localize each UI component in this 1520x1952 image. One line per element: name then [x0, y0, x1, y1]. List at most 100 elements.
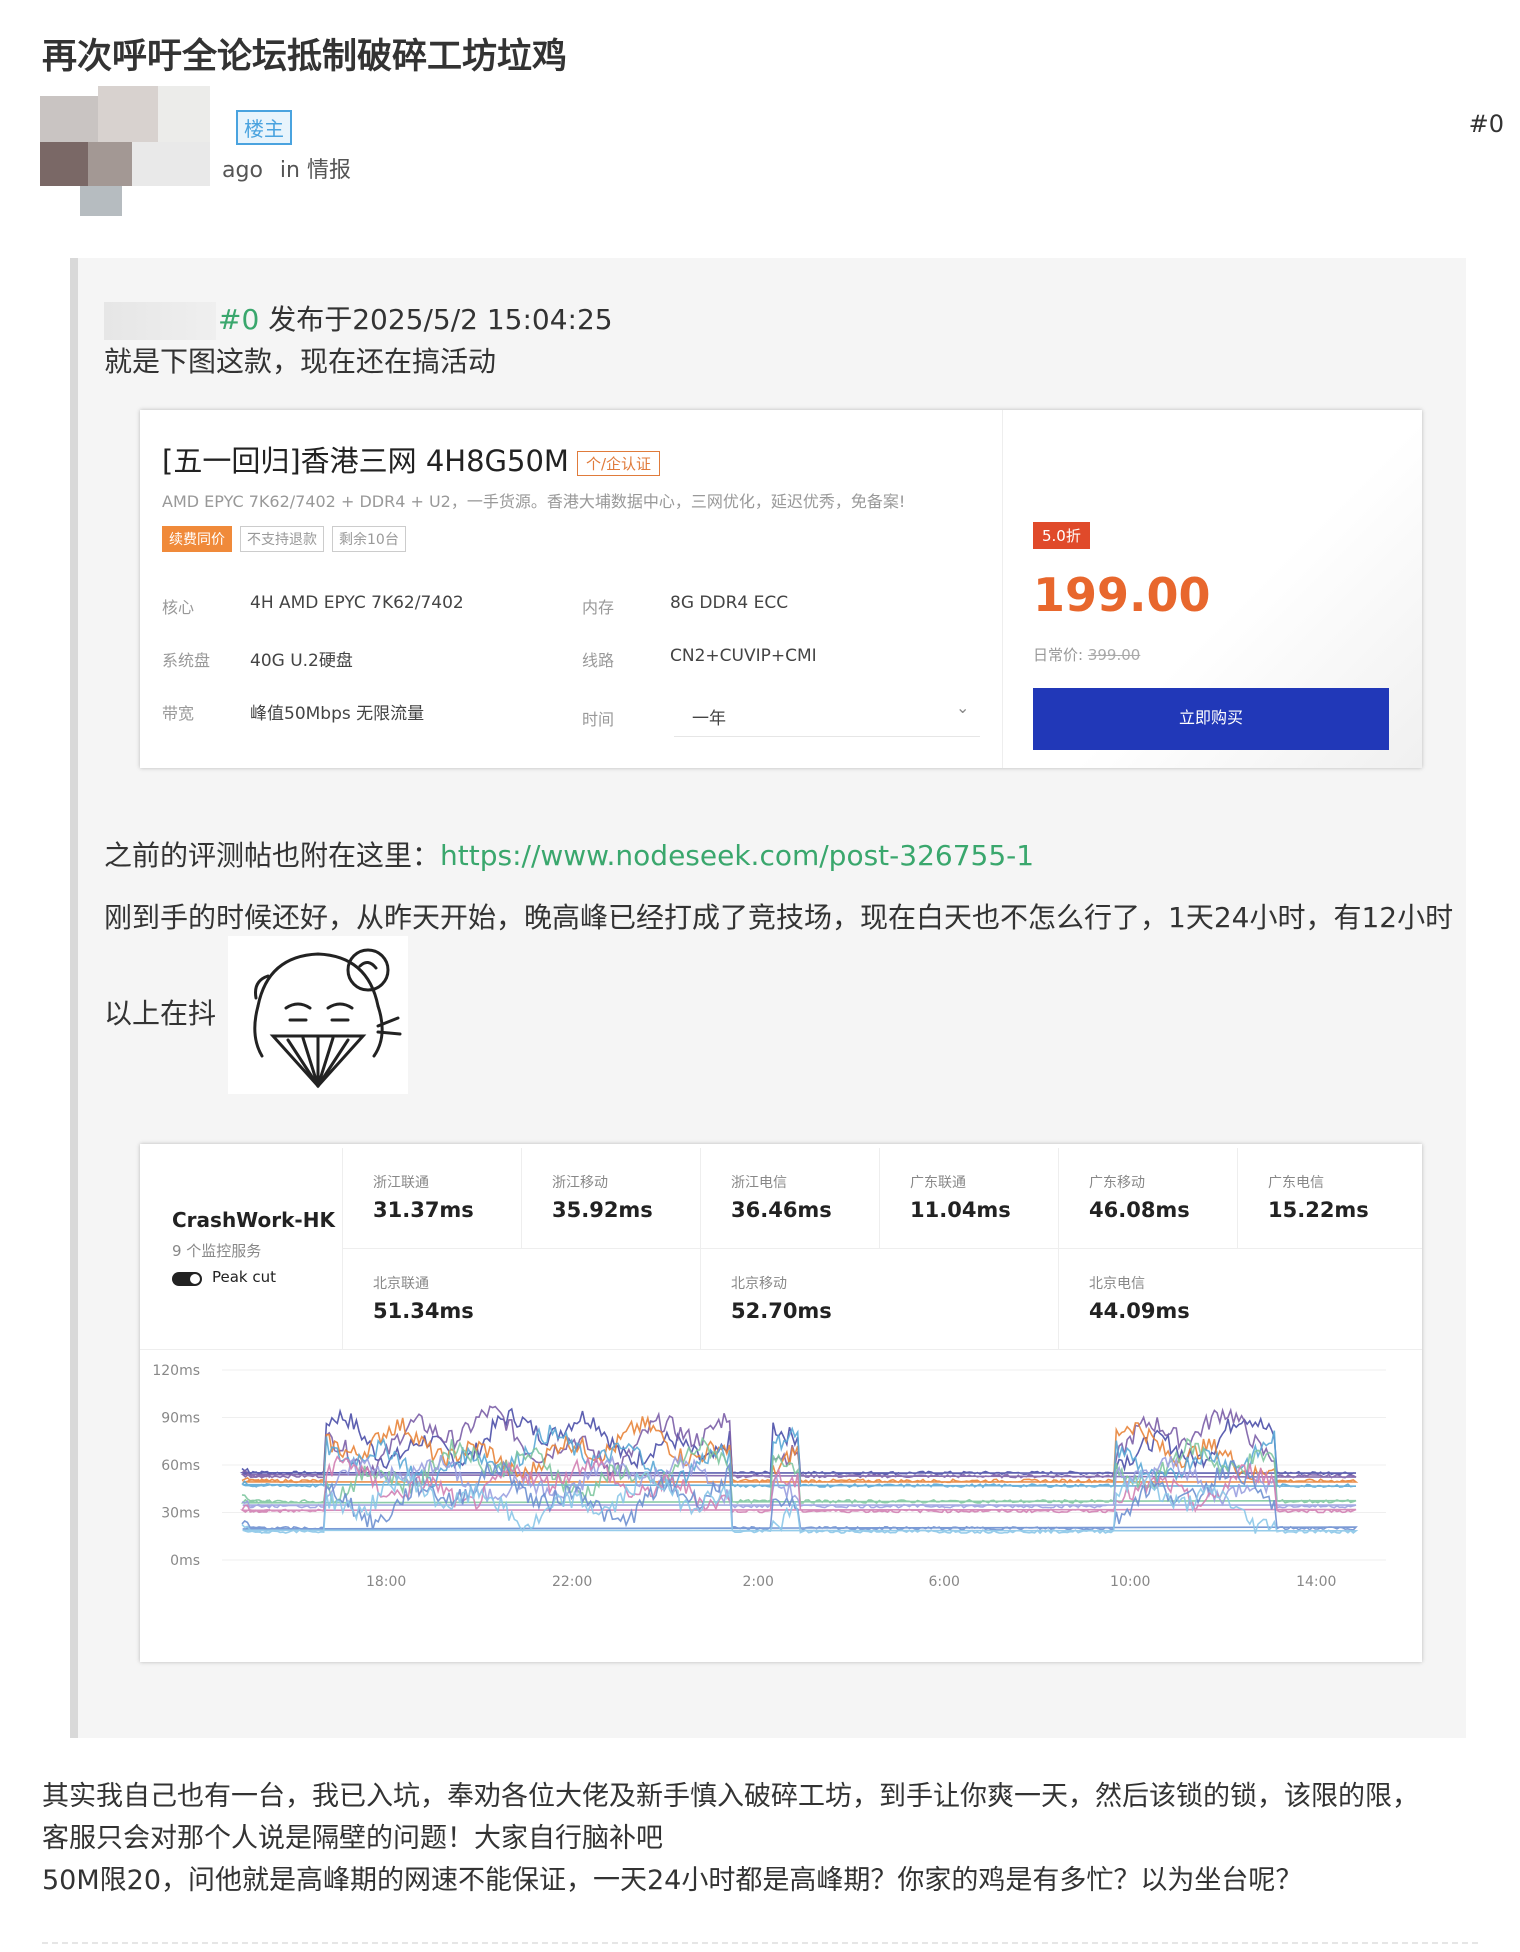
peak-cut-label: Peak cut: [212, 1268, 277, 1286]
latency-cell-zj-mobile[interactable]: 浙江移动 35.92ms: [521, 1148, 700, 1249]
y-tick-label: 30ms: [161, 1506, 200, 1522]
spec-mem-value: 8G DDR4 ECC: [670, 593, 789, 613]
avatar[interactable]: [40, 86, 210, 216]
time-ago: ago: [222, 158, 263, 183]
buy-now-button[interactable]: 立即购买: [1033, 688, 1389, 750]
cell-name: 浙江移动: [552, 1175, 608, 1191]
quoted-username[interactable]: [104, 302, 216, 340]
cell-name: 北京联通: [373, 1276, 429, 1292]
latency-chart[interactable]: 120ms 90ms 60ms 30ms 0ms 18:00 22:00 2:00 6:00 10…: [140, 1350, 1422, 1662]
orig-label: 日常价:: [1033, 646, 1084, 664]
latency-cell-zj-telecom[interactable]: 浙江电信 36.46ms: [700, 1148, 879, 1249]
cell-value: 15.22ms: [1268, 1198, 1369, 1222]
spec-bw-value: 峰值50Mbps 无限流量: [250, 704, 425, 724]
latency-monitor-card: CrashWork-HK 9 个监控服务 Peak cut 浙江联通 31.37m…: [140, 1144, 1422, 1662]
quote-floor-link[interactable]: #0: [218, 303, 259, 336]
cell-value: 44.09ms: [1089, 1299, 1190, 1323]
latency-cell-bj-unicom[interactable]: 北京联通 51.34ms: [342, 1249, 700, 1350]
cell-name: 浙江电信: [731, 1175, 787, 1191]
product-card: [五一回归]香港三网 4H8G50M 个/企认证 AMD EPYC 7K62/74…: [140, 410, 1422, 768]
x-tick-label: 10:00: [1110, 1574, 1150, 1590]
cert-badge: 个/企认证: [576, 450, 661, 476]
tag-renew-same-price: 续费同价: [162, 526, 232, 552]
time-select-underline: [674, 736, 980, 737]
original-price: 日常价: 399.00: [1033, 644, 1140, 665]
y-tick-label: 90ms: [161, 1411, 200, 1427]
x-tick-label: 6:00: [928, 1574, 959, 1590]
post-title: 再次呼吁全论坛抵制破碎工坊垃鸡: [42, 37, 568, 77]
op-badge: 楼主: [236, 110, 292, 145]
quote-review-line: 之前的评测帖也附在这里：https://www.nodeseek.com/pos…: [104, 834, 1034, 874]
in-label: in: [279, 158, 300, 183]
author-badges: 楼主: [236, 110, 292, 145]
x-tick-label: 2:00: [742, 1574, 773, 1590]
y-tick-label: 120ms: [152, 1363, 200, 1379]
x-tick-label: 18:00: [366, 1574, 406, 1590]
cell-value: 51.34ms: [373, 1299, 474, 1323]
peak-cut-toggle[interactable]: [172, 1272, 202, 1286]
price: 199.00: [1033, 568, 1211, 622]
price-panel: 5.0折 199.00 日常价: 399.00 立即购买: [1002, 410, 1422, 768]
latency-cell-gd-unicom[interactable]: 广东联通 11.04ms: [879, 1148, 1058, 1249]
cell-name: 北京移动: [731, 1276, 787, 1292]
cell-value: 11.04ms: [910, 1198, 1011, 1222]
cell-name: 浙江联通: [373, 1175, 429, 1191]
body-line-3: 50M限20，问他就是高峰期的网速不能保证，一天24小时都是高峰期？你家的鸡是有…: [42, 1865, 1303, 1896]
spec-bw-label: 带宽: [162, 704, 195, 723]
x-tick-label: 22:00: [552, 1574, 592, 1590]
y-tick-label: 0ms: [170, 1553, 200, 1569]
cell-name: 广东联通: [910, 1175, 966, 1191]
spec-line-label: 线路: [582, 651, 615, 670]
quote-posted-at: 发布于2025/5/2 15:04:25: [268, 303, 613, 336]
cell-value: 31.37ms: [373, 1198, 474, 1222]
cell-name: 广东移动: [1089, 1175, 1145, 1191]
quote-line-3: 刚到手的时候还好，从昨天开始，晚高峰已经打成了竞技场，现在白天也不怎么行了，1天…: [104, 901, 1454, 934]
latency-cell-gd-telecom[interactable]: 广东电信 15.22ms: [1237, 1148, 1422, 1249]
spec-mem-label: 内存: [582, 598, 615, 617]
anime-girl-fan-sticker: [228, 936, 408, 1094]
body-line-1: 其实我自己也有一台，我已入坑，奉劝各位大佬及新手慎入破碎工坊，到手让你爽一天，然…: [42, 1781, 1419, 1812]
quote-header: #0 发布于2025/5/2 15:04:25: [104, 298, 613, 340]
chevron-down-icon[interactable]: ⌄: [956, 698, 969, 717]
cell-value: 46.08ms: [1089, 1198, 1190, 1222]
product-description: AMD EPYC 7K62/7402 + DDR4 + U2，一手货源。香港大埔…: [162, 492, 906, 511]
quote-line-4: 以上在抖: [104, 997, 217, 1030]
divider: [42, 1942, 1478, 1944]
post-meta: ago in 情报: [222, 152, 351, 184]
spec-disk-value: 40G U.2硬盘: [250, 651, 353, 671]
latency-cell-gd-mobile[interactable]: 广东移动 46.08ms: [1058, 1148, 1237, 1249]
floor-number[interactable]: #0: [1469, 110, 1504, 138]
cell-name: 北京电信: [1089, 1276, 1145, 1292]
review-prefix: 之前的评测帖也附在这里：: [104, 839, 441, 872]
x-tick-label: 14:00: [1296, 1574, 1336, 1590]
time-select-value[interactable]: 一年: [692, 704, 726, 729]
spec-core-label: 核心: [162, 598, 195, 617]
latency-cell-bj-mobile[interactable]: 北京移动 52.70ms: [700, 1249, 1058, 1350]
orig-price-value: 399.00: [1087, 646, 1141, 664]
category-link[interactable]: 情报: [307, 158, 351, 183]
y-tick-label: 60ms: [161, 1458, 200, 1474]
product-title-text: [五一回归]香港三网 4H8G50M: [162, 444, 569, 478]
spec-line-value: CN2+CUVIP+CMI: [670, 646, 817, 666]
cell-value: 52.70ms: [731, 1299, 832, 1323]
quote-line-1: 就是下图这款，现在还在搞活动: [104, 345, 497, 378]
discount-badge: 5.0折: [1033, 522, 1090, 549]
server-name: CrashWork-HK: [172, 1208, 335, 1232]
spec-disk-label: 系统盘: [162, 651, 211, 670]
tag-no-refund: 不支持退款: [240, 526, 324, 552]
cell-value: 35.92ms: [552, 1198, 653, 1222]
spec-core-value: 4H AMD EPYC 7K62/7402: [250, 593, 464, 613]
monitor-header: CrashWork-HK 9 个监控服务 Peak cut 浙江联通 31.37m…: [140, 1144, 1422, 1350]
latency-cell-bj-telecom[interactable]: 北京电信 44.09ms: [1058, 1249, 1422, 1350]
tag-stock-left: 剩余10台: [332, 526, 406, 552]
quote-block: #0 发布于2025/5/2 15:04:25 就是下图这款，现在还在搞活动 […: [70, 258, 1466, 1738]
product-title: [五一回归]香港三网 4H8G50M 个/企认证: [162, 438, 661, 480]
latency-cell-zj-unicom[interactable]: 浙江联通 31.37ms: [342, 1148, 521, 1249]
service-count: 9 个监控服务: [172, 1242, 262, 1260]
product-tags: 续费同价 不支持退款 剩余10台: [162, 526, 414, 552]
review-link[interactable]: https://www.nodeseek.com/post-326755-1: [440, 839, 1034, 872]
cell-value: 36.46ms: [731, 1198, 832, 1222]
body-line-2: 客服只会对那个人说是隔壁的问题！大家自行脑补吧: [42, 1823, 663, 1854]
spec-time-label: 时间: [582, 710, 615, 729]
cell-name: 广东电信: [1268, 1175, 1324, 1191]
